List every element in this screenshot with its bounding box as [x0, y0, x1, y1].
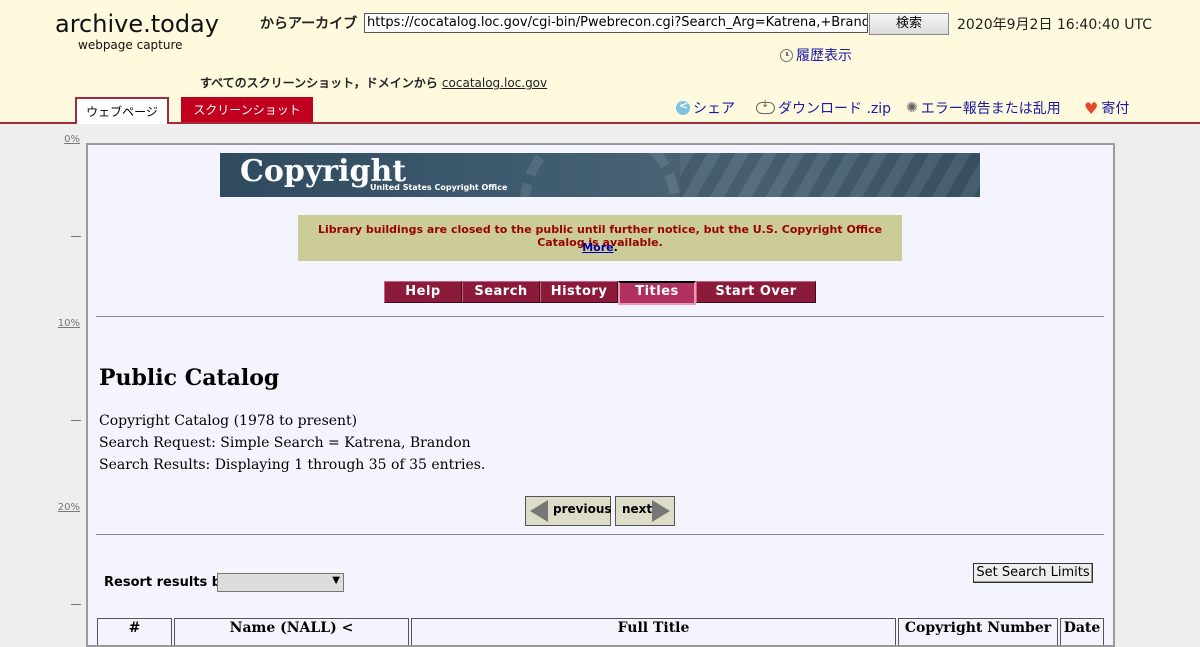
page-title: Public Catalog	[99, 365, 280, 391]
ruler-label-20[interactable]: 20%	[58, 502, 80, 513]
banner-subtitle: United States Copyright Office	[370, 183, 508, 192]
ruler-label-0[interactable]: 0%	[64, 134, 80, 145]
cloud-download-icon	[756, 99, 775, 114]
download-label: ダウンロード .zip	[778, 101, 892, 117]
archive-from-label: からアーカイブ	[260, 16, 358, 32]
nav-start-over-button[interactable]: Start Over	[696, 281, 816, 303]
table-header-date[interactable]: Date	[1060, 618, 1104, 645]
divider	[96, 316, 1104, 317]
archive-search-button[interactable]: 検索	[869, 13, 949, 35]
domain-prefix: すべてのスクリーンショット，ドメインから	[200, 76, 438, 90]
ruler-label-10[interactable]: 10%	[58, 318, 80, 329]
archive-url-input[interactable]: https://cocatalog.loc.gov/cgi-bin/Pwebre…	[364, 13, 868, 33]
previous-button[interactable]: previous	[525, 496, 612, 526]
share-link[interactable]: シェア	[676, 98, 735, 118]
closure-notice: Library buildings are closed to the publ…	[298, 215, 902, 261]
arrow-right-icon	[652, 500, 670, 522]
download-link[interactable]: ダウンロード .zip	[756, 98, 891, 118]
nav-titles-button[interactable]: Titles	[618, 281, 696, 305]
notice-more-link[interactable]: More	[582, 241, 613, 254]
archive-logo[interactable]: archive.today	[55, 10, 219, 38]
notice-more-line: More.	[582, 241, 618, 254]
table-header-full-title[interactable]: Full Title	[411, 618, 896, 645]
tab-webpage[interactable]: ウェブページ	[75, 97, 169, 124]
nav-help-button[interactable]: Help	[384, 281, 462, 303]
set-search-limits-button[interactable]: Set Search Limits	[973, 563, 1093, 583]
resort-select[interactable]: ▼	[217, 573, 344, 592]
nav-search-button[interactable]: Search	[462, 281, 540, 303]
resort-label: Resort results by:	[104, 575, 235, 590]
clock-icon	[780, 48, 793, 62]
table-header-name[interactable]: Name (NALL) <	[174, 618, 409, 645]
donate-link[interactable]: ♥ 寄付	[1084, 98, 1129, 118]
banner-decoration	[520, 153, 680, 197]
previous-label: previous	[553, 502, 612, 516]
next-label: next	[622, 502, 653, 516]
copyright-banner[interactable]: Copyright United States Copyright Office	[220, 153, 980, 197]
captured-page: Copyright United States Copyright Office…	[86, 143, 1115, 647]
search-results: Search Results: Displaying 1 through 35 …	[99, 457, 486, 473]
nav-history-button[interactable]: History	[540, 281, 618, 303]
arrow-left-icon	[530, 500, 548, 522]
table-header-copyright-number[interactable]: Copyright Number	[898, 618, 1058, 645]
catalog-nav: Help Search History Titles Start Over	[384, 281, 816, 305]
dropdown-arrow-icon: ▼	[332, 575, 340, 586]
archive-logo-subtitle: webpage capture	[78, 38, 183, 52]
banner-decoration	[680, 153, 980, 197]
report-link[interactable]: ✺ エラー報告または乱用	[906, 98, 1061, 118]
table-header-number: #	[97, 618, 172, 645]
share-label: シェア	[693, 101, 735, 117]
search-request: Search Request: Simple Search = Katrena,…	[99, 435, 471, 451]
ruler-tick	[71, 604, 81, 605]
report-label: エラー報告または乱用	[920, 101, 1061, 117]
next-button[interactable]: next	[615, 496, 675, 526]
lightbulb-icon: ✺	[906, 100, 918, 116]
divider	[96, 534, 1104, 535]
domain-link[interactable]: cocatalog.loc.gov	[442, 76, 547, 90]
ruler-tick	[71, 236, 81, 237]
history-link-label: 履歴表示	[796, 48, 852, 64]
catalog-line: Copyright Catalog (1978 to present)	[99, 413, 358, 429]
ruler-tick	[71, 420, 81, 421]
tab-screenshot[interactable]: スクリーンショット	[181, 97, 313, 122]
domain-line: すべてのスクリーンショット，ドメインから cocatalog.loc.gov	[200, 74, 547, 91]
heart-icon: ♥	[1084, 98, 1099, 118]
donate-label: 寄付	[1101, 101, 1130, 117]
history-link[interactable]: 履歴表示	[780, 45, 852, 65]
archive-header: archive.today webpage capture からアーカイブ ht…	[0, 0, 1200, 124]
capture-timestamp: 2020年9月2日 16:40:40 UTC	[957, 17, 1152, 33]
share-icon	[676, 99, 690, 115]
